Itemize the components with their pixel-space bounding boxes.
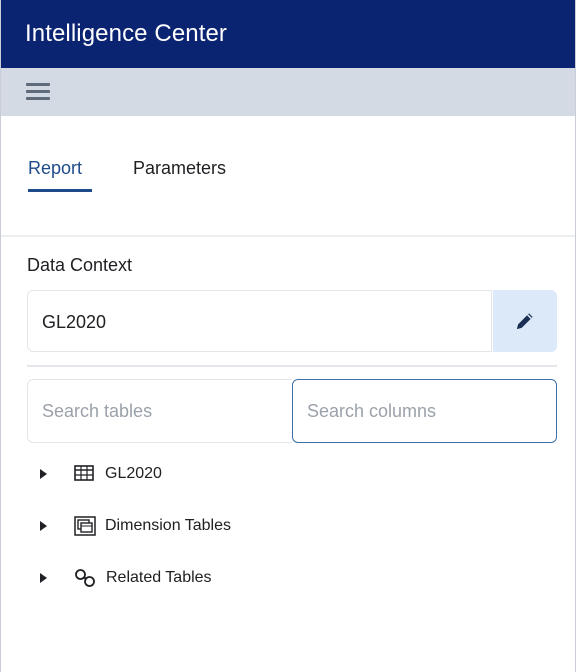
app-title: Intelligence Center	[25, 20, 228, 47]
tree-item-label: GL2020	[105, 465, 162, 482]
edit-data-context-button[interactable]	[493, 290, 557, 352]
dimension-tables-icon	[74, 516, 96, 536]
search-tables-input[interactable]	[28, 380, 292, 442]
data-context-value: GL2020	[42, 312, 107, 332]
data-context-label: Data Context	[27, 255, 133, 275]
search-columns-input[interactable]	[293, 380, 556, 442]
tab-bar: Report Parameters	[1, 140, 575, 200]
tab-report[interactable]: Report	[28, 157, 82, 179]
table-icon	[74, 465, 94, 481]
app-window: Intelligence Center Report Parameters Da…	[0, 0, 576, 672]
toolbar	[1, 68, 575, 116]
title-bar: Intelligence Center	[1, 0, 575, 68]
tree-item-dimension-tables[interactable]: Dimension Tables	[1, 512, 575, 542]
expand-caret-icon[interactable]	[40, 521, 47, 531]
active-tab-indicator	[28, 189, 92, 192]
search-columns-box	[292, 379, 557, 443]
divider	[27, 365, 557, 367]
tree-item-gl2020[interactable]: GL2020	[1, 460, 575, 490]
tree-item-label: Related Tables	[106, 569, 212, 586]
tree-item-label: Dimension Tables	[105, 517, 231, 534]
link-icon	[75, 569, 95, 587]
pencil-icon	[517, 313, 533, 329]
expand-caret-icon[interactable]	[40, 573, 47, 583]
expand-caret-icon[interactable]	[40, 469, 47, 479]
data-context-field: GL2020	[27, 290, 492, 352]
tree-item-related-tables[interactable]: Related Tables	[1, 564, 575, 594]
divider	[1, 235, 575, 237]
hamburger-menu-icon[interactable]	[26, 83, 50, 101]
tab-parameters[interactable]: Parameters	[133, 157, 226, 179]
search-tables-box	[27, 379, 292, 443]
